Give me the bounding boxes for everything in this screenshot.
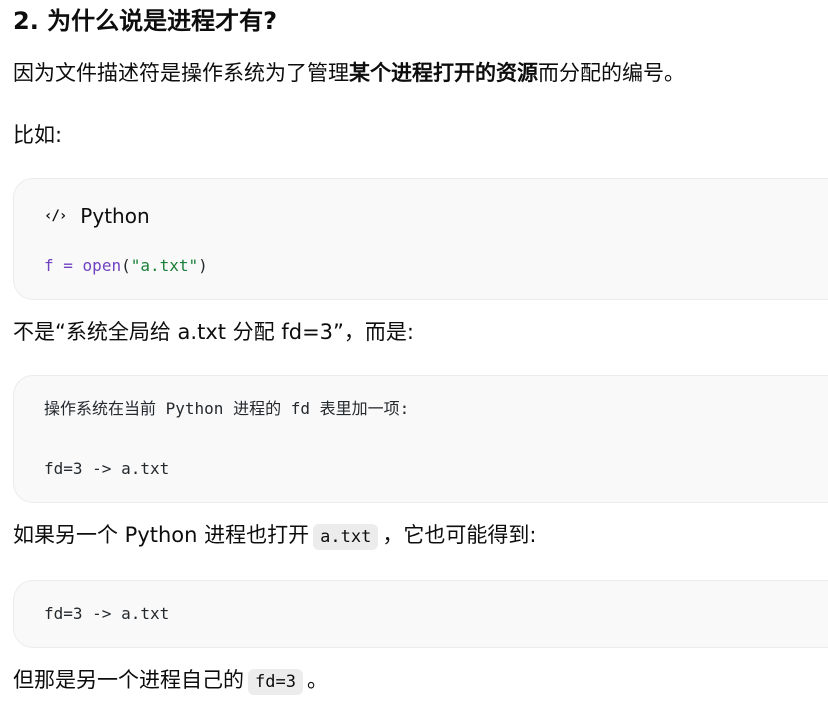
text-code-block-fd-table: 操作系统在当前 Python 进程的 fd 表里加一项: fd=3 -> a.t… — [13, 375, 828, 503]
code-line[interactable]: 操作系统在当前 Python 进程的 fd 表里加一项: — [44, 398, 409, 420]
python-code-block: ‹/› Python f = open("a.txt") — [13, 178, 828, 300]
inline-code: a.txt — [313, 524, 379, 550]
text-after-code: 。 — [306, 668, 328, 692]
code-token-string: "a.txt" — [130, 256, 199, 275]
code-line[interactable]: f = open("a.txt") — [44, 255, 208, 277]
paragraph-another-process: 如果另一个 Python 进程也打开 a.txt ，它也可能得到: — [13, 518, 536, 554]
text-before-code: 但那是另一个进程自己的 — [13, 668, 244, 692]
section-heading: 2. 为什么说是进程才有? — [13, 7, 278, 35]
paragraph-example-intro: 比如: — [13, 123, 63, 147]
code-token-rparen: ) — [198, 256, 208, 275]
code-token-variable: f — [44, 256, 54, 275]
code-token-lparen: ( — [121, 256, 131, 275]
text-before-code: 如果另一个 Python 进程也打开 — [13, 523, 310, 547]
text-code-block-fd-other: fd=3 -> a.txt — [13, 580, 828, 648]
bold-emphasis: 某个进程打开的资源 — [349, 61, 538, 85]
paragraph-not-global: 不是“系统全局给 a.txt 分配 fd=3”，而是: — [13, 320, 414, 344]
paragraph-fd-definition: 因为文件描述符是操作系统为了管理某个进程打开的资源而分配的编号。 — [13, 56, 685, 90]
paragraph-own-fd: 但那是另一个进程自己的 fd=3。 — [13, 663, 328, 699]
text-after-bold: 而分配的编号。 — [538, 61, 685, 85]
code-line[interactable]: fd=3 -> a.txt — [44, 603, 169, 625]
code-language-label: Python — [80, 204, 150, 228]
code-icon: ‹/› — [44, 208, 67, 224]
code-block-header: ‹/› Python — [44, 201, 150, 231]
inline-code: fd=3 — [248, 669, 303, 695]
code-line[interactable]: fd=3 -> a.txt — [44, 458, 169, 480]
text-after-code: ，它也可能得到: — [382, 523, 537, 547]
code-token-function: open — [82, 256, 122, 275]
text-before-bold: 因为文件描述符是操作系统为了管理 — [13, 61, 349, 85]
code-token-operator: = — [53, 256, 83, 275]
